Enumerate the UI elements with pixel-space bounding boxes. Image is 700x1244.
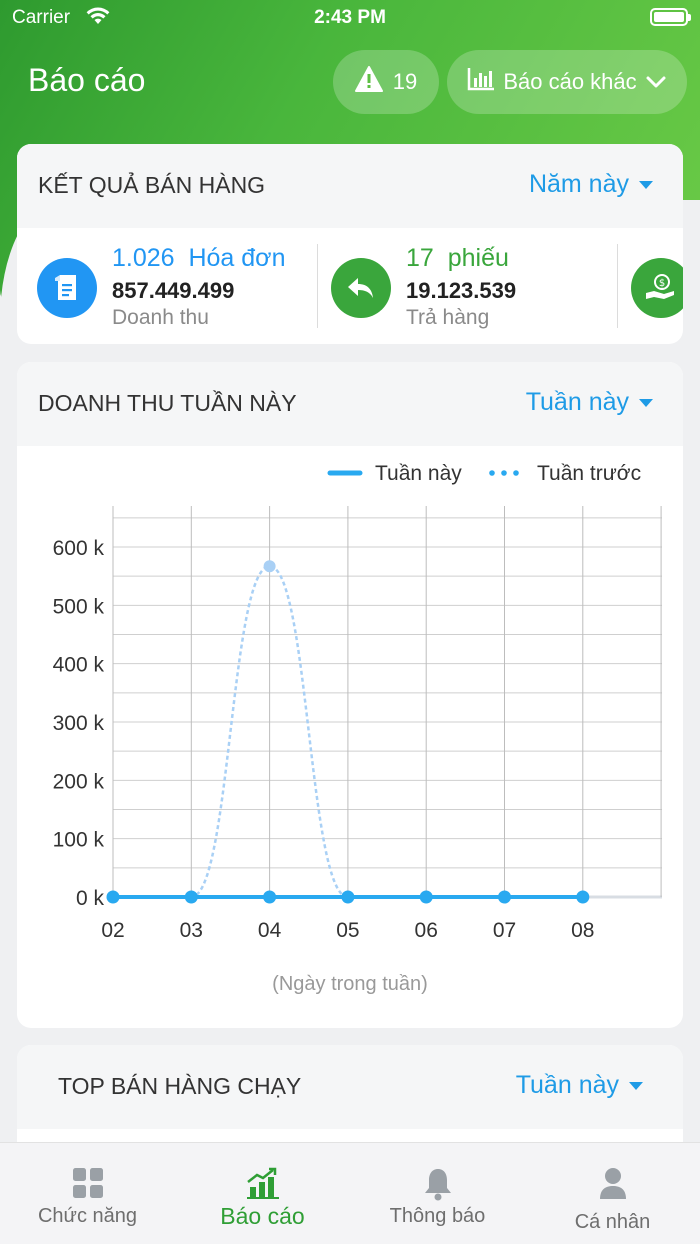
caret-down-icon (639, 398, 653, 407)
x-tick-label: 05 (336, 919, 359, 942)
other-reports-label: Báo cáo khác (503, 69, 637, 94)
status-bar: Carrier 2:43 PM (0, 0, 700, 36)
tab-notifications-label: Thông báo (389, 1205, 486, 1227)
weekly-period-dropdown[interactable]: Tuần này (526, 388, 653, 417)
invoice-count: 1.026 Hóa đơn (112, 244, 286, 272)
grid-icon (0, 1167, 175, 1201)
caret-down-icon (639, 180, 653, 189)
divider (617, 244, 618, 328)
sales-result-header: KẾT QUẢ BÁN HÀNG Năm này (17, 144, 683, 228)
data-point-this-week (419, 890, 433, 904)
sales-result-title: KẾT QUẢ BÁN HÀNG (38, 172, 266, 198)
chevron-down-icon (645, 69, 667, 95)
y-tick-label: 100 k (53, 829, 105, 852)
top-selling-title: TOP BÁN HÀNG CHẠY (58, 1073, 302, 1099)
tab-bar: Chức năng Báo cáo Thông báo Cá nhân (0, 1142, 700, 1244)
svg-text:$: $ (659, 278, 665, 289)
tab-profile-label: Cá nhân (574, 1211, 651, 1233)
bell-icon (350, 1167, 525, 1201)
reply-arrow-icon (331, 258, 391, 318)
clock: 2:43 PM (314, 7, 386, 28)
top-selling-period-dropdown[interactable]: Tuần này (516, 1071, 643, 1100)
sales-period-label: Năm này (528, 170, 629, 198)
growth-chart-icon (175, 1167, 350, 1201)
other-reports-dropdown[interactable]: Báo cáo khác (447, 50, 687, 114)
y-tick-label: 0 k (76, 887, 105, 910)
series-line-previous-week (112, 564, 349, 899)
tab-notifications[interactable]: Thông báo (350, 1143, 525, 1244)
legend-swatch-previous-week (513, 470, 519, 476)
tab-functions[interactable]: Chức năng (0, 1143, 175, 1244)
receipt-icon (37, 258, 97, 318)
tab-profile[interactable]: Cá nhân (525, 1143, 700, 1244)
battery-icon (650, 8, 691, 26)
x-tick-label: 04 (258, 919, 282, 942)
weekly-revenue-title: DOANH THU TUẦN NÀY (38, 390, 297, 416)
page-title: Báo cáo (28, 62, 146, 98)
y-tick-label: 300 k (53, 712, 105, 735)
weekly-revenue-chart: 0 k 100 k 200 k 300 k 400 k 500 k 600 k 02 03 04 0… (53, 462, 662, 995)
top-selling-header: TOP BÁN HÀNG CHẠY Tuần này (17, 1045, 683, 1129)
divider (317, 244, 318, 328)
bar-chart-icon (467, 67, 495, 97)
x-tick-label: 03 (180, 919, 203, 942)
data-point-previous-week (263, 560, 276, 573)
y-tick-label: 400 k (53, 654, 105, 677)
legend-swatch-previous-week (501, 470, 507, 476)
data-point-this-week (341, 890, 355, 904)
x-axis-label: (Ngày trong tuần) (272, 973, 428, 995)
return-value: 19.123.539 (406, 278, 517, 303)
return-label: Trả hàng (406, 306, 490, 329)
revenue-label: Doanh thu (112, 306, 209, 329)
top-selling-period-label: Tuần này (515, 1071, 619, 1099)
sales-period-dropdown[interactable]: Năm này (529, 170, 653, 199)
y-tick-label: 600 k (53, 537, 105, 560)
weekly-revenue-header: DOANH THU TUẦN NÀY Tuần này (17, 362, 683, 446)
user-icon (525, 1167, 700, 1201)
x-tick-label: 08 (571, 919, 594, 942)
tab-reports[interactable]: Báo cáo (175, 1143, 350, 1244)
money-hand-icon: $ (631, 258, 683, 318)
alert-count: 19 (392, 69, 418, 94)
tab-reports-label: Báo cáo (220, 1203, 305, 1229)
legend-swatch-previous-week (489, 470, 495, 476)
data-point-this-week (184, 890, 198, 904)
x-tick-label: 06 (415, 919, 438, 942)
alerts-button[interactable]: 19 (333, 50, 439, 114)
data-point-this-week (263, 890, 277, 904)
data-point-this-week (106, 890, 120, 904)
caret-down-icon (629, 1081, 643, 1090)
data-point-this-week (576, 890, 590, 904)
revenue-value: 857.449.499 (112, 278, 235, 303)
y-tick-label: 200 k (53, 770, 105, 793)
return-count: 17 phiếu (406, 244, 509, 272)
data-point-this-week (498, 890, 511, 904)
weekly-revenue-card: DOANH THU TUẦN NÀY Tuần này 0 k 100 k 200 … (17, 362, 683, 1028)
weekly-period-label: Tuần này (525, 388, 629, 416)
x-tick-label: 07 (493, 919, 516, 942)
warning-icon (354, 66, 383, 98)
legend-label-this-week: Tuần này (375, 462, 462, 485)
legend-label-previous-week: Tuần trước (537, 462, 641, 485)
x-tick-label: 02 (101, 919, 124, 942)
tab-functions-label: Chức năng (37, 1205, 137, 1227)
y-tick-label: 500 k (53, 595, 105, 618)
sales-result-card: KẾT QUẢ BÁN HÀNG Năm này 1.026 Hóa đơn 8… (17, 144, 683, 344)
